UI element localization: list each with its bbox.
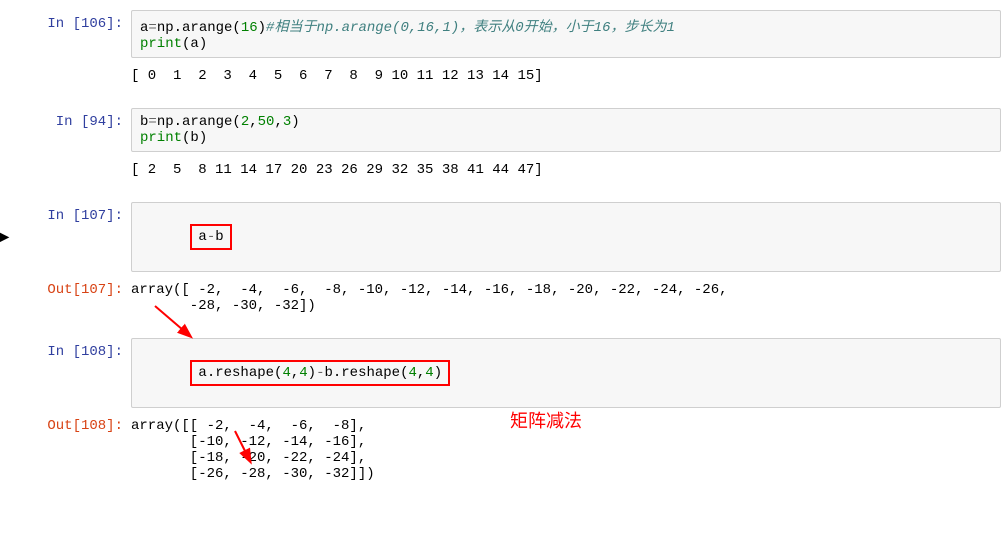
cell-marker (0, 108, 8, 152)
stdout-94: [ 2 5 8 11 14 17 20 23 26 29 32 35 38 41… (131, 156, 1001, 178)
run-cell-marker[interactable]: ▶ (0, 202, 8, 272)
cell-108-input: In [108]: a.reshape(4,4)-b.reshape(4,4) (0, 338, 1001, 408)
prompt-out-108: Out[108]: (8, 412, 131, 482)
cell-marker (0, 412, 8, 482)
cell-marker (0, 62, 8, 84)
cell-94-output: [ 2 5 8 11 14 17 20 23 26 29 32 35 38 41… (0, 156, 1001, 178)
prompt-out-107: Out[107]: (8, 276, 131, 314)
cell-marker (0, 338, 8, 408)
annotation-label: 矩阵减法 (510, 407, 582, 433)
prompt-in-106: In [106]: (8, 10, 131, 58)
cell-106-input: In [106]: a=np.arange(16)#相当于np.arange(0… (0, 10, 1001, 58)
prompt-in-108: In [108]: (8, 338, 131, 408)
cell-108-output: Out[108]: array([[ -2, -4, -6, -8], [-10… (0, 412, 1001, 482)
cell-107-input: ▶ In [107]: a-b (0, 202, 1001, 272)
prompt-empty (8, 62, 131, 84)
prompt-in-94: In [94]: (8, 108, 131, 152)
cell-marker (0, 156, 8, 178)
cell-marker (0, 10, 8, 58)
result-107: array([ -2, -4, -6, -8, -10, -12, -14, -… (131, 276, 1001, 314)
cell-106-output: [ 0 1 2 3 4 5 6 7 8 9 10 11 12 13 14 15] (0, 62, 1001, 84)
code-input-107[interactable]: a-b (131, 202, 1001, 272)
cell-marker (0, 276, 8, 314)
highlight-box-107: a-b (190, 224, 231, 250)
prompt-empty (8, 156, 131, 178)
cell-107-output: Out[107]: array([ -2, -4, -6, -8, -10, -… (0, 276, 1001, 314)
code-input-108[interactable]: a.reshape(4,4)-b.reshape(4,4) (131, 338, 1001, 408)
cell-94-input: In [94]: b=np.arange(2,50,3) print(b) (0, 108, 1001, 152)
highlight-box-108: a.reshape(4,4)-b.reshape(4,4) (190, 360, 450, 386)
prompt-in-107: In [107]: (8, 202, 131, 272)
code-input-94[interactable]: b=np.arange(2,50,3) print(b) (131, 108, 1001, 152)
stdout-106: [ 0 1 2 3 4 5 6 7 8 9 10 11 12 13 14 15] (131, 62, 1001, 84)
code-input-106[interactable]: a=np.arange(16)#相当于np.arange(0,16,1)，表示从… (131, 10, 1001, 58)
